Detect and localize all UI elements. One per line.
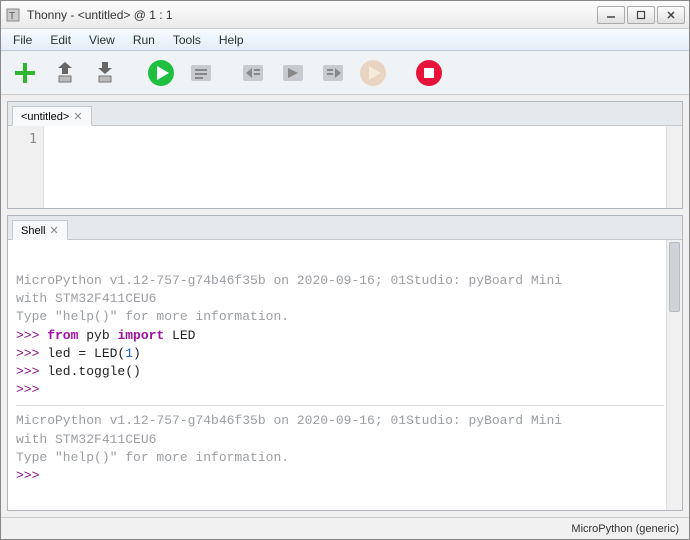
- open-file-button[interactable]: [49, 57, 81, 89]
- shell-separator: [16, 405, 664, 406]
- shell-line: >>>: [16, 381, 664, 399]
- shell-tab-label: Shell: [21, 225, 45, 237]
- shell-line: >>> from pyb import LED: [16, 327, 664, 345]
- interpreter-label[interactable]: MicroPython (generic): [571, 523, 679, 535]
- shell-tab[interactable]: Shell ✕: [12, 220, 68, 240]
- status-bar: MicroPython (generic): [1, 517, 689, 539]
- num-literal: 1: [125, 346, 133, 361]
- toolbar: [1, 51, 689, 95]
- code-text: led = LED(: [39, 346, 125, 361]
- code-text: ): [133, 346, 141, 361]
- shell-banner: with STM32F411CEU6: [16, 290, 664, 308]
- scrollbar-thumb[interactable]: [669, 242, 680, 312]
- prompt: >>>: [16, 468, 39, 483]
- shell-line: >>>: [16, 467, 664, 485]
- editor-tab[interactable]: <untitled> ✕: [12, 106, 92, 126]
- save-file-button[interactable]: [89, 57, 121, 89]
- run-button[interactable]: [145, 57, 177, 89]
- minimize-button[interactable]: [597, 6, 625, 24]
- editor-pane: <untitled> ✕ 1: [7, 101, 683, 209]
- title-bar: T Thonny - <untitled> @ 1 : 1: [1, 1, 689, 29]
- resume-button[interactable]: [357, 57, 389, 89]
- step-out-button[interactable]: [317, 57, 349, 89]
- editor-tabs: <untitled> ✕: [8, 102, 682, 126]
- svg-text:T: T: [9, 11, 15, 22]
- import-name: LED: [172, 328, 195, 343]
- shell-tabs: Shell ✕: [8, 216, 682, 240]
- step-into-button[interactable]: [277, 57, 309, 89]
- stop-button[interactable]: [413, 57, 445, 89]
- code-area[interactable]: [44, 126, 666, 208]
- shell-line: >>> led = LED(1): [16, 345, 664, 363]
- shell-banner: MicroPython v1.12-757-g74b46f35b on 2020…: [16, 272, 664, 290]
- kw-from: from: [39, 328, 86, 343]
- prompt: >>>: [16, 382, 39, 397]
- menu-bar: File Edit View Run Tools Help: [1, 29, 689, 51]
- close-icon[interactable]: ✕: [73, 110, 82, 123]
- app-icon: T: [5, 7, 21, 23]
- editor-scrollbar[interactable]: [666, 126, 682, 208]
- close-icon[interactable]: ✕: [49, 224, 58, 237]
- app-window: T Thonny - <untitled> @ 1 : 1 File Edit …: [0, 0, 690, 540]
- menu-view[interactable]: View: [81, 31, 123, 49]
- debug-button[interactable]: [185, 57, 217, 89]
- window-controls: [597, 6, 685, 24]
- editor-tab-label: <untitled>: [21, 111, 69, 123]
- menu-run[interactable]: Run: [125, 31, 163, 49]
- window-title: Thonny - <untitled> @ 1 : 1: [27, 8, 597, 22]
- content-area: <untitled> ✕ 1 Shell ✕ Micr: [1, 95, 689, 517]
- shell-banner: with STM32F411CEU6: [16, 431, 664, 449]
- shell-banner: Type "help()" for more information.: [16, 308, 664, 326]
- prompt: >>>: [16, 328, 39, 343]
- editor-gutter: 1: [8, 126, 44, 208]
- menu-help[interactable]: Help: [211, 31, 252, 49]
- shell-body[interactable]: MicroPython v1.12-757-g74b46f35b on 2020…: [8, 240, 682, 510]
- menu-edit[interactable]: Edit: [42, 31, 79, 49]
- kw-import: import: [117, 328, 172, 343]
- shell-banner: Type "help()" for more information.: [16, 449, 664, 467]
- menu-tools[interactable]: Tools: [165, 31, 209, 49]
- line-number: 1: [8, 132, 37, 147]
- prompt: >>>: [16, 364, 39, 379]
- shell-line: >>> led.toggle(): [16, 363, 664, 381]
- maximize-button[interactable]: [627, 6, 655, 24]
- code-text: led.toggle(): [39, 364, 140, 379]
- step-over-button[interactable]: [237, 57, 269, 89]
- mod-name: pyb: [86, 328, 117, 343]
- shell-pane: Shell ✕ MicroPython v1.12-757-g74b46f35b…: [7, 215, 683, 511]
- prompt: >>>: [16, 346, 39, 361]
- new-file-button[interactable]: [9, 57, 41, 89]
- shell-scrollbar[interactable]: [666, 240, 682, 510]
- editor-body: 1: [8, 126, 682, 208]
- close-button[interactable]: [657, 6, 685, 24]
- menu-file[interactable]: File: [5, 31, 40, 49]
- shell-banner: MicroPython v1.12-757-g74b46f35b on 2020…: [16, 412, 664, 430]
